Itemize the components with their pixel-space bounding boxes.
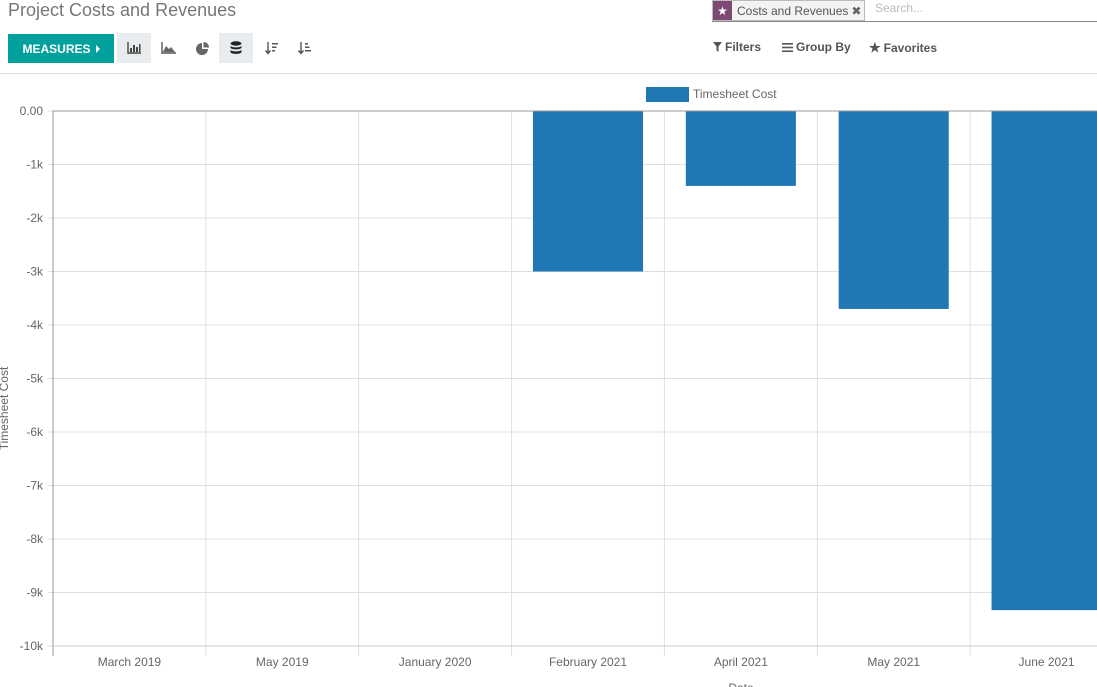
bar[interactable] xyxy=(532,111,644,272)
y-tick-label: -2k xyxy=(26,211,44,225)
group-by-button[interactable]: Group By xyxy=(782,40,851,54)
y-tick-label: -8k xyxy=(26,532,44,546)
search-input[interactable] xyxy=(875,1,1075,15)
bar[interactable] xyxy=(838,111,949,309)
caret-right-icon xyxy=(95,44,100,53)
measures-label: MEASURES xyxy=(22,41,91,56)
database-icon xyxy=(230,41,242,54)
search-bar: ★ Costs and Revenues ✖ xyxy=(712,0,1097,22)
legend-label: Timesheet Cost xyxy=(693,87,777,101)
pie-chart-icon xyxy=(195,41,209,55)
star-icon: ★ xyxy=(713,1,732,20)
legend-swatch xyxy=(646,87,689,102)
star-icon: ★ xyxy=(869,40,881,55)
y-tick-label: -10k xyxy=(20,639,44,653)
bar[interactable] xyxy=(685,111,796,186)
y-tick-label: -9k xyxy=(26,586,44,600)
sort-ascending-button[interactable] xyxy=(288,33,322,63)
x-tick-label: February 2021 xyxy=(549,655,627,669)
filter-icon xyxy=(713,42,722,52)
x-tick-label: April 2021 xyxy=(714,655,768,669)
search-facet: ★ Costs and Revenues ✖ xyxy=(712,0,866,21)
line-chart-view-button[interactable] xyxy=(151,33,185,63)
x-tick-label: June 2021 xyxy=(1019,655,1075,669)
area-chart-icon xyxy=(160,42,176,54)
y-tick-label: 0.00 xyxy=(20,104,44,118)
y-tick-label: -1k xyxy=(26,158,44,172)
sort-descending-icon xyxy=(265,42,278,55)
bar-chart: 0.00 -1k -2k -3k -4k -5k -6k -7k -8k -9k -10k March… xyxy=(0,87,1097,687)
sort-ascending-icon xyxy=(298,42,311,55)
remove-facet-icon[interactable]: ✖ xyxy=(851,4,864,18)
favorites-label: Favorites xyxy=(883,41,938,55)
y-tick-label: -4k xyxy=(26,318,44,332)
y-tick-label: -7k xyxy=(26,479,44,493)
x-tick-label: May 2021 xyxy=(867,655,920,669)
filters-label: Filters xyxy=(725,40,762,54)
x-axis-label: Date xyxy=(728,681,754,687)
pie-chart-view-button[interactable] xyxy=(185,33,219,63)
favorites-button[interactable]: ★ Favorites xyxy=(869,40,937,56)
x-tick-label: January 2020 xyxy=(399,655,472,669)
bar[interactable] xyxy=(991,111,1097,611)
measures-button[interactable]: MEASURES xyxy=(8,34,114,63)
bars-icon xyxy=(782,42,793,52)
chart-legend[interactable]: Timesheet Cost xyxy=(646,87,777,102)
sort-descending-button[interactable] xyxy=(255,33,289,63)
y-tick-label: -5k xyxy=(26,372,44,386)
bar-chart-icon xyxy=(127,42,141,54)
bar-chart-view-button[interactable] xyxy=(117,33,151,63)
filters-button[interactable]: Filters xyxy=(713,40,761,54)
facet-label: Costs and Revenues xyxy=(737,3,849,18)
y-tick-label: -3k xyxy=(26,265,44,279)
stacked-toggle-button[interactable] xyxy=(219,33,253,63)
x-tick-label: March 2019 xyxy=(98,655,162,669)
page-title: Project Costs and Revenues xyxy=(8,0,237,20)
y-axis-label: Timesheet Cost xyxy=(0,366,11,450)
y-tick-label: -6k xyxy=(26,425,44,439)
x-tick-label: May 2019 xyxy=(256,655,309,669)
group-by-label: Group By xyxy=(796,40,851,54)
